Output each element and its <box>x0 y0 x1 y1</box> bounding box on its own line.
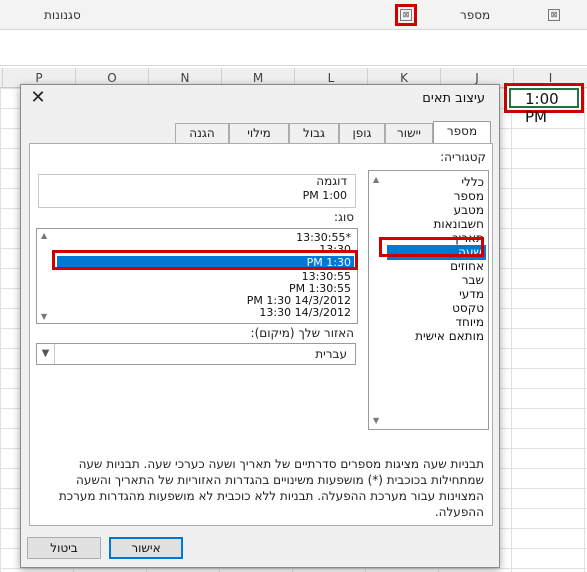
category-item[interactable]: אחוזים <box>450 259 484 273</box>
scroll-down-icon[interactable]: ▼ <box>373 416 383 425</box>
tab-alignment[interactable]: יישור <box>385 123 433 143</box>
type-item[interactable]: 13:30 14/3/2012 <box>57 307 351 319</box>
category-item[interactable]: שבר <box>462 273 484 287</box>
type-item[interactable]: 13:30:55* <box>57 232 351 244</box>
formula-bar[interactable] <box>0 30 587 66</box>
category-description: תבניות שעה מציגות מספרים סדרתיים של תארי… <box>40 456 484 520</box>
description-line: ההפעלה. <box>434 505 484 519</box>
tab-number[interactable]: מספר <box>433 121 491 143</box>
category-item[interactable]: מותאם אישית <box>415 329 484 343</box>
format-cells-dialog: עיצוב תאים ✕ מספר יישור גופן גבול מילוי … <box>20 84 500 568</box>
tab-font[interactable]: גופן <box>339 123 385 143</box>
scroll-up-icon[interactable]: ▲ <box>41 231 51 240</box>
description-line: המצוינות עבור מערכת ההפעלה. תבניות ללא כ… <box>58 489 484 503</box>
category-item[interactable]: חשבונאות <box>433 217 484 231</box>
type-list[interactable]: ▲ ▼ 13:30:55* 13:30 PM 1:30 13:30:55 PM … <box>36 228 358 324</box>
locale-select[interactable]: ▼ עברית <box>36 343 356 365</box>
cancel-button[interactable]: ביטול <box>27 537 101 559</box>
ok-button[interactable]: אישור <box>109 537 183 559</box>
scroll-down-icon[interactable]: ▼ <box>41 312 51 321</box>
sample-value: PM 1:00 <box>302 189 347 202</box>
tab-fill[interactable]: מילוי <box>229 123 289 143</box>
dialog-title: עיצוב תאים <box>422 91 485 106</box>
category-item[interactable]: מדעי <box>459 287 484 301</box>
category-item[interactable]: טקסט <box>452 301 484 315</box>
active-cell-value[interactable]: 1:00 PM <box>509 88 579 126</box>
category-item[interactable]: מטבע <box>454 203 484 217</box>
category-item[interactable]: מספר <box>454 189 484 203</box>
category-highlight <box>379 237 484 257</box>
category-item[interactable]: מיוחד <box>456 315 485 329</box>
sample-box: דוגמה PM 1:00 <box>38 174 356 208</box>
description-line: תבניות שעה מציגות מספרים סדרתיים של תארי… <box>78 457 484 471</box>
scroll-up-icon[interactable]: ▲ <box>373 175 383 184</box>
locale-label: האזור שלך (מיקום): <box>250 326 354 340</box>
number-group-label: מספר <box>460 8 491 22</box>
sample-label: דוגמה <box>316 174 347 188</box>
description-line: שמתחילות בכוכבית (*) מושפעות משינויים בה… <box>76 473 484 487</box>
styles-group-label: סגנונות <box>44 8 81 22</box>
number-tab-panel: קטגוריה: ▲ ▼ כללי מספר מטבע חשבונאות תאר… <box>29 143 493 526</box>
category-list[interactable]: ▲ ▼ כללי מספר מטבע חשבונאות תאריך שעה אח… <box>368 170 489 430</box>
number-dialog-launcher-icon[interactable]: ⊠ <box>400 9 412 21</box>
chevron-down-icon[interactable]: ▼ <box>37 344 55 364</box>
tab-border[interactable]: גבול <box>289 123 339 143</box>
tab-protection[interactable]: הגנה <box>175 123 229 143</box>
category-item[interactable]: כללי <box>461 175 484 189</box>
type-highlight <box>52 250 358 270</box>
dialog-tabs: מספר יישור גופן גבול מילוי הגנה <box>21 121 501 143</box>
active-cell-highlight[interactable]: 1:00 PM <box>504 83 584 126</box>
type-label: סוג: <box>333 210 354 224</box>
category-label: קטגוריה: <box>440 150 486 164</box>
locale-value: עברית <box>315 347 347 361</box>
ribbon: סגנונות מספר ⊠ ⊠ <box>0 0 587 30</box>
close-icon[interactable]: ✕ <box>27 87 49 109</box>
alignment-dialog-launcher-icon[interactable]: ⊠ <box>548 9 560 21</box>
